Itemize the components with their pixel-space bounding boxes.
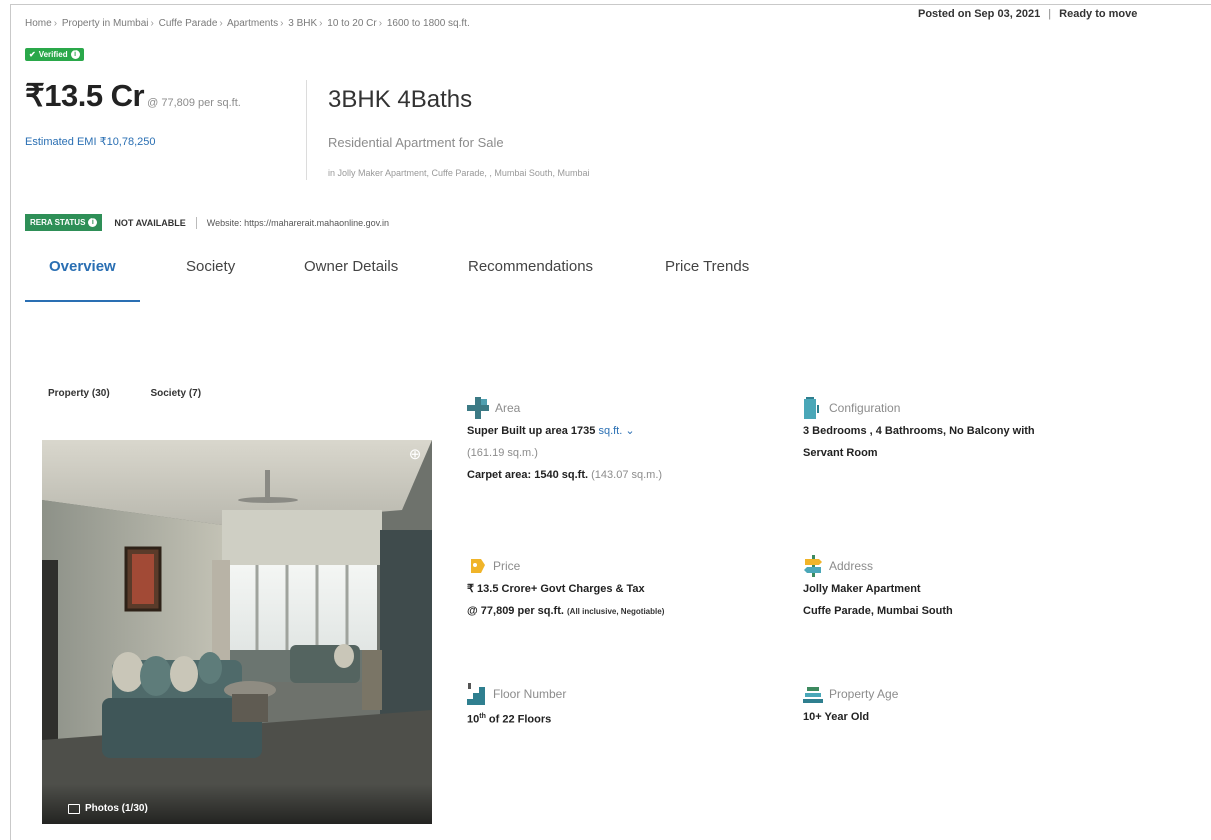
verified-label: Verified bbox=[38, 50, 68, 59]
rera-status: NOT AVAILABLE bbox=[114, 217, 186, 228]
frame-left-border bbox=[10, 4, 11, 840]
configuration-line-1: 3 Bedrooms , 4 Bathrooms, No Balcony wit… bbox=[803, 425, 1035, 437]
price-line-1: ₹ 13.5 Crore+ Govt Charges & Tax bbox=[467, 583, 645, 595]
price-block: ₹13.5 Cr @ 77,809 per sq.ft. bbox=[25, 78, 241, 114]
super-built-area: Super Built up area 1735 bbox=[467, 425, 596, 437]
carpet-area-sqm: (143.07 sq.m.) bbox=[591, 469, 663, 481]
floor-detail: Floor Number 10th of 22 Floors bbox=[467, 683, 567, 731]
configuration-icon bbox=[804, 397, 819, 419]
tab-price-trends[interactable]: Price Trends bbox=[665, 258, 749, 275]
header-divider bbox=[306, 80, 307, 180]
listing-location: in Jolly Maker Apartment, Cuffe Parade, … bbox=[328, 168, 590, 178]
listing-title: 3BHK 4Baths bbox=[328, 86, 473, 113]
property-photo[interactable]: ⊕ Photos (1/30) bbox=[42, 440, 432, 824]
tab-recommendations[interactable]: Recommendations bbox=[468, 258, 593, 275]
price-tag-icon bbox=[471, 559, 485, 573]
image-icon bbox=[68, 803, 80, 814]
price-detail: Price ₹ 13.5 Crore+ Govt Charges & Tax @… bbox=[467, 556, 664, 623]
breadcrumb: Home › Property in Mumbai › Cuffe Parade › … bbox=[25, 18, 470, 29]
area-icon bbox=[467, 397, 489, 419]
photos-counter[interactable]: Photos (1/30) bbox=[68, 803, 148, 814]
breadcrumb-city[interactable]: Property in Mumbai bbox=[62, 18, 149, 29]
emi-link[interactable]: Estimated EMI ₹10,78,250 bbox=[25, 135, 156, 148]
area-detail: Area Super Built up area 1735 sq.ft. ⌄ (… bbox=[467, 397, 663, 486]
total-floors: of 22 Floors bbox=[488, 713, 552, 726]
verified-badge: ✔ Verified i bbox=[25, 48, 84, 61]
photos-counter-text: Photos (1/30) bbox=[85, 803, 148, 814]
price-per-sqft: @ 77,809 per sq.ft. bbox=[147, 97, 241, 109]
super-built-sqm: (161.19 sq.m.) bbox=[467, 447, 538, 459]
listing-subtitle: Residential Apartment for Sale bbox=[328, 135, 504, 150]
check-icon: ✔ bbox=[29, 50, 36, 59]
living-room-photo-illustration bbox=[42, 440, 432, 824]
floor-label: Floor Number bbox=[493, 687, 567, 701]
info-icon[interactable]: i bbox=[70, 50, 80, 59]
photo-tab-property[interactable]: Property (30) bbox=[48, 388, 110, 399]
photo-tab-society[interactable]: Society (7) bbox=[150, 388, 201, 399]
address-label: Address bbox=[829, 559, 874, 573]
price-per-sqft-detail: @ 77,809 per sq.ft. bbox=[467, 605, 564, 617]
address-line-2: Cuffe Parade, Mumbai South bbox=[803, 605, 953, 617]
floor-number: 10 bbox=[467, 713, 480, 726]
price-amount: ₹13.5 Cr bbox=[25, 78, 145, 113]
active-tab-indicator bbox=[25, 300, 140, 302]
possession-status: Ready to move bbox=[1059, 8, 1138, 20]
address-line-1: Jolly Maker Apartment bbox=[803, 583, 921, 595]
configuration-label: Configuration bbox=[829, 401, 901, 415]
property-age: 10+ Year Old bbox=[803, 711, 870, 723]
rera-label: RERA STATUS bbox=[30, 218, 86, 227]
breadcrumb-locality[interactable]: Cuffe Parade bbox=[159, 18, 218, 29]
tab-society[interactable]: Society bbox=[186, 258, 235, 275]
tab-owner-details[interactable]: Owner Details bbox=[304, 258, 398, 275]
address-detail: Address Jolly Maker Apartment Cuffe Para… bbox=[803, 555, 953, 622]
age-detail: Property Age 10+ Year Old bbox=[803, 684, 898, 728]
rera-website[interactable]: Website: https://maharerait.mahaonline.g… bbox=[207, 218, 389, 228]
posted-info: Posted on Sep 03, 2021 | Ready to move bbox=[918, 8, 1138, 20]
stairs-icon bbox=[467, 683, 485, 705]
detail-tabs: Overview Society Owner Details Recommend… bbox=[25, 258, 1125, 306]
posted-date: Posted on Sep 03, 2021 bbox=[918, 8, 1041, 20]
photo-tabs: Property (30) Society (7) bbox=[48, 388, 239, 399]
breadcrumb-size[interactable]: 1600 to 1800 sq.ft. bbox=[387, 18, 470, 29]
chevron-down-icon: ⌄ bbox=[625, 425, 635, 437]
rera-badge: RERA STATUS i bbox=[25, 214, 103, 231]
carpet-area: Carpet area: 1540 sq.ft. bbox=[467, 469, 589, 481]
rera-divider bbox=[195, 216, 197, 229]
breadcrumb-budget[interactable]: 10 to 20 Cr bbox=[327, 18, 376, 29]
breadcrumb-bhk[interactable]: 3 BHK bbox=[288, 18, 317, 29]
breadcrumb-type[interactable]: Apartments bbox=[227, 18, 278, 29]
breadcrumb-home[interactable]: Home bbox=[25, 18, 52, 29]
area-label: Area bbox=[495, 401, 521, 415]
age-label: Property Age bbox=[829, 687, 899, 701]
zoom-in-icon[interactable]: ⊕ bbox=[406, 446, 424, 464]
frame-top-border bbox=[10, 4, 1211, 5]
price-note: (All inclusive, Negotiable) bbox=[567, 607, 665, 616]
configuration-line-2: Servant Room bbox=[803, 447, 878, 459]
building-age-icon bbox=[803, 687, 823, 703]
rera-row: RERA STATUS i NOT AVAILABLE Website: htt… bbox=[25, 214, 389, 231]
signpost-icon bbox=[804, 555, 822, 577]
price-label: Price bbox=[493, 559, 521, 573]
tab-overview[interactable]: Overview bbox=[49, 258, 116, 275]
floor-suffix: th bbox=[479, 713, 486, 720]
configuration-detail: Configuration 3 Bedrooms , 4 Bathrooms, … bbox=[803, 397, 1035, 464]
rera-info-icon[interactable]: i bbox=[88, 218, 98, 227]
unit-dropdown[interactable]: sq.ft. ⌄ bbox=[598, 425, 634, 437]
